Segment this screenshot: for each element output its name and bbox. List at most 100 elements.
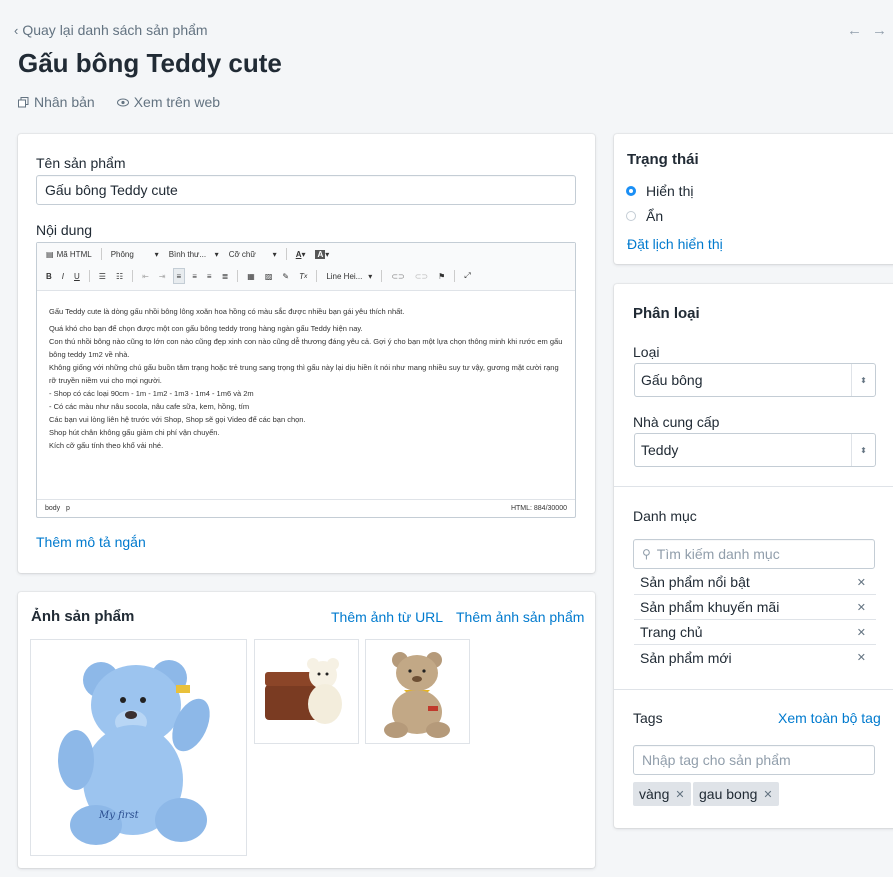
- editor-content[interactable]: Gấu Teddy cute là dòng gấu nhồi bông lôn…: [37, 291, 575, 499]
- remove-icon[interactable]: ✕: [857, 576, 866, 589]
- fullscreen-icon[interactable]: ⤢: [461, 268, 473, 284]
- product-name-value: Gấu bông Teddy cute: [45, 182, 178, 198]
- format-dropdown[interactable]: Bình thư... ▾: [166, 246, 222, 262]
- divider: [614, 689, 893, 690]
- link-icon[interactable]: ⊂⊃: [388, 268, 407, 284]
- editor-toolbar-row-1: ▤ Mã HTML Phông ▾ Bình thư... ▾ Cỡ chữ ▾ A ▾ …: [37, 243, 575, 265]
- vendor-value: Teddy: [641, 442, 679, 458]
- radio-hidden[interactable]: Ẩn: [626, 208, 663, 224]
- line-height-dropdown[interactable]: Line Hei... ▾: [323, 268, 375, 284]
- product-image-main[interactable]: My first: [30, 639, 247, 856]
- text-color-icon: A: [295, 249, 302, 259]
- text-color-button[interactable]: A ▾: [293, 246, 309, 262]
- select-arrows-icon: ⬍: [851, 434, 875, 466]
- search-icon: ⚲: [642, 547, 651, 561]
- tag-input[interactable]: Nhập tag cho sản phẩm: [633, 745, 875, 775]
- category-search-input[interactable]: ⚲ Tìm kiếm danh mục: [633, 539, 875, 569]
- separator: [237, 270, 239, 282]
- add-short-description-link[interactable]: Thêm mô tả ngắn: [36, 534, 146, 550]
- dropdown-caret-icon: ▾: [214, 249, 219, 259]
- editor-paragraph: Quá khó cho bạn để chọn được một con gấu…: [49, 324, 363, 333]
- arrow-left-icon[interactable]: ←: [847, 22, 862, 39]
- duplicate-label: Nhân bản: [34, 94, 95, 110]
- remove-tag-icon[interactable]: ✕: [675, 788, 684, 801]
- add-image-url-link[interactable]: Thêm ảnh từ URL: [331, 609, 443, 625]
- category-item: Sản phẩm nổi bật ✕: [634, 570, 876, 595]
- align-center-icon[interactable]: ≡: [189, 268, 200, 284]
- editor-paragraph: Shop hút chân không gấu giảm chi phí vận…: [49, 428, 220, 437]
- editor-paragraph: Con thú nhồi bông nào cũng to lớn con nà…: [49, 337, 563, 359]
- product-name-input[interactable]: Gấu bông Teddy cute: [36, 175, 576, 205]
- font-dropdown[interactable]: Phông ▾: [108, 246, 162, 262]
- tags-title: Tags: [633, 710, 663, 726]
- chevron-left-icon: ‹: [14, 22, 19, 38]
- vendor-select[interactable]: Teddy ⬍: [634, 433, 876, 467]
- html-source-button[interactable]: ▤ Mã HTML: [43, 246, 95, 262]
- teddy-suitcase-image: [255, 640, 358, 743]
- remove-icon[interactable]: ✕: [857, 626, 866, 639]
- ordered-list-icon[interactable]: ☰: [96, 268, 109, 284]
- separator: [88, 270, 90, 282]
- status-title: Trạng thái: [627, 151, 699, 168]
- product-images-card: Ảnh sản phẩm Thêm ảnh từ URL Thêm ảnh sả…: [18, 592, 595, 868]
- category-item: Sản phẩm mới ✕: [640, 649, 866, 666]
- view-all-tags-link[interactable]: Xem toàn bộ tag: [778, 710, 881, 726]
- back-link-label: Quay lại danh sách sản phẩm: [22, 22, 208, 38]
- flag-icon[interactable]: ⚑: [435, 268, 448, 284]
- radio-visible-label: Hiển thị: [646, 183, 694, 199]
- type-label: Loại: [633, 344, 660, 360]
- product-info-card: Tên sản phẩm Gấu bông Teddy cute Nội dun…: [18, 134, 595, 573]
- radio-hidden-dot: [626, 211, 636, 221]
- bullet-list-icon[interactable]: ☷: [113, 268, 126, 284]
- back-link[interactable]: ‹ Quay lại danh sách sản phẩm: [14, 22, 208, 38]
- remove-icon[interactable]: ✕: [857, 651, 866, 664]
- arrow-right-icon[interactable]: →: [872, 22, 887, 39]
- schedule-link[interactable]: Đặt lịch hiển thị: [627, 236, 723, 252]
- teddy-ribbon-image: [366, 640, 469, 743]
- radio-visible[interactable]: Hiển thị: [626, 183, 693, 199]
- italic-icon[interactable]: I: [59, 268, 67, 284]
- radio-hidden-label: Ẩn: [646, 208, 664, 224]
- type-select[interactable]: Gấu bông ⬍: [634, 363, 876, 397]
- bold-icon[interactable]: B: [43, 268, 55, 284]
- view-on-web-button[interactable]: Xem trên web: [116, 94, 220, 110]
- remove-tag-icon[interactable]: ✕: [763, 788, 772, 801]
- radio-visible-dot: [626, 186, 636, 196]
- divider: [614, 486, 893, 487]
- tag-chip: vàng ✕: [633, 782, 691, 806]
- font-size-dropdown[interactable]: Cỡ chữ ▾: [226, 246, 280, 262]
- tag-chip: gau bong ✕: [693, 782, 779, 806]
- clear-format-icon[interactable]: Tx: [296, 268, 310, 284]
- brush-icon[interactable]: ✎: [279, 268, 292, 284]
- duplicate-button[interactable]: Nhân bản: [18, 94, 95, 110]
- outdent-icon[interactable]: ⇤: [139, 268, 152, 284]
- product-image-3[interactable]: [365, 639, 470, 744]
- svg-text:My first: My first: [98, 810, 140, 821]
- page-actions: Nhân bản Xem trên web: [18, 94, 220, 110]
- add-product-image-link[interactable]: Thêm ảnh sản phẩm: [456, 609, 584, 625]
- tag-input-placeholder: Nhập tag cho sản phẩm: [642, 752, 791, 768]
- editor-paragraph: Không giống với những chú gấu buồn tâm t…: [49, 363, 559, 385]
- indent-icon[interactable]: ⇥: [156, 268, 169, 284]
- align-right-icon[interactable]: ≡: [204, 268, 215, 284]
- separator: [285, 248, 287, 260]
- category-item: Sản phẩm khuyến mãi ✕: [634, 595, 876, 620]
- background-color-button[interactable]: A ▾: [312, 246, 332, 262]
- editor-paragraph: Kích cỡ gấu tính theo khổ vải nhé.: [49, 441, 164, 450]
- remove-icon[interactable]: ✕: [857, 601, 866, 614]
- separator: [454, 270, 456, 282]
- editor-toolbar: ▤ Mã HTML Phông ▾ Bình thư... ▾ Cỡ chữ ▾ A ▾ …: [37, 243, 575, 291]
- editor-statusbar: body p HTML: 884/30000: [37, 499, 575, 517]
- separator: [316, 270, 318, 282]
- underline-icon[interactable]: U: [71, 268, 83, 284]
- eye-icon: [116, 98, 129, 106]
- product-image-2[interactable]: [254, 639, 359, 744]
- align-left-icon[interactable]: ≡: [172, 268, 186, 284]
- select-arrows-icon: ⬍: [851, 364, 875, 396]
- align-justify-icon[interactable]: ≣: [219, 268, 232, 284]
- unlink-icon[interactable]: ⊂⊃: [412, 268, 431, 284]
- image-icon[interactable]: ▨: [262, 268, 276, 284]
- dropdown-caret-icon: ▾: [272, 249, 277, 259]
- product-name-label: Tên sản phẩm: [36, 155, 126, 171]
- table-icon[interactable]: ▦: [244, 268, 258, 284]
